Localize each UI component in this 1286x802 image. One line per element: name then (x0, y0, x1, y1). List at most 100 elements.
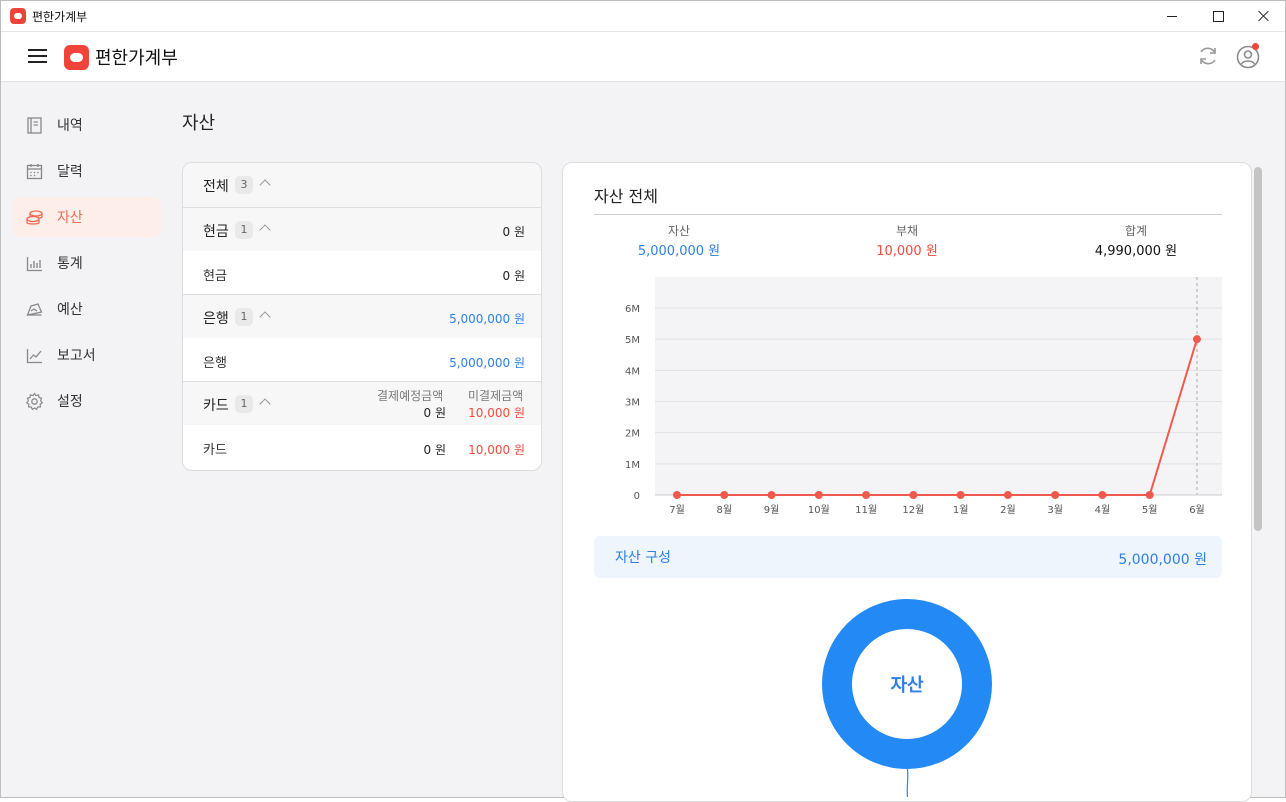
group-label: 은행 (203, 311, 229, 327)
summary-assets: 자산 5,000,000 원 (599, 222, 759, 259)
count-badge: 3 (235, 176, 253, 194)
account-name: 카드 (203, 443, 227, 458)
account-row[interactable]: 은행 5,000,000 원 (183, 339, 541, 382)
data-point[interactable] (1051, 491, 1060, 499)
bar-chart-icon (26, 257, 42, 272)
sync-icon[interactable] (1197, 45, 1219, 67)
account-name: 은행 (203, 356, 227, 371)
report-icon (26, 349, 42, 364)
data-point[interactable] (720, 491, 729, 499)
sidebar-item-label: 달력 (57, 164, 83, 180)
gear-icon (25, 392, 44, 411)
data-point[interactable] (1098, 491, 1107, 499)
data-point[interactable] (862, 491, 871, 499)
account-amount: 0 원 (502, 269, 526, 283)
y-tick-label: 6M (625, 304, 640, 315)
x-tick-label: 6월 (1189, 504, 1205, 516)
group-cash-header[interactable]: 현금 1 0 원 (183, 207, 541, 251)
donut-center-label: 자산 (890, 675, 924, 696)
summary-value: 10,000 원 (876, 244, 938, 259)
sidebar-item-assets[interactable]: 자산 (13, 197, 161, 237)
sidebar-item-label: 내역 (57, 118, 83, 134)
summary-total: 합계 4,990,000 원 (1056, 222, 1216, 259)
data-point[interactable] (767, 491, 776, 499)
calendar-icon (26, 164, 43, 180)
sidebar: 내역 달력 자산 통계 예산 보고서 설정 (1, 83, 169, 797)
notification-dot (1252, 43, 1259, 50)
account-row[interactable]: 카드 0 원 10,000 원 (183, 426, 541, 469)
unpaid-amount: 10,000 원 (468, 406, 525, 420)
data-point[interactable] (956, 491, 965, 499)
group-label: 전체 (203, 179, 229, 195)
sidebar-item-settings[interactable]: 설정 (13, 381, 161, 421)
data-point[interactable] (814, 491, 823, 499)
sidebar-item-label: 예산 (57, 302, 83, 318)
asset-summary-card: 자산 전체 자산 5,000,000 원 부채 10,000 원 합계 4,99… (562, 162, 1252, 802)
data-point[interactable] (1003, 491, 1012, 499)
accounts-card: 전체 3 현금 1 0 원 현금 0 원 은행 1 5,000,000 원 은행… (182, 162, 542, 471)
sidebar-item-report[interactable]: 보고서 (13, 335, 161, 375)
window-title: 편한가계부 (32, 10, 88, 24)
budget-icon (26, 303, 43, 316)
title-bar: 편한가계부 (1, 1, 1285, 32)
sidebar-item-history[interactable]: 내역 (13, 105, 161, 145)
sidebar-item-label: 자산 (57, 210, 83, 226)
account-row[interactable]: 현금 0 원 (183, 252, 541, 295)
sidebar-item-calendar[interactable]: 달력 (13, 151, 161, 191)
group-label: 현금 (203, 224, 229, 240)
y-tick-label: 5M (625, 335, 640, 346)
app-icon (10, 8, 26, 24)
x-tick-label: 8월 (716, 504, 732, 516)
unpaid-label: 미결제금액 (468, 389, 524, 403)
menu-icon[interactable] (28, 48, 47, 64)
sidebar-item-label: 설정 (57, 394, 83, 410)
ledger-icon (27, 117, 42, 134)
group-bank-header[interactable]: 은행 1 5,000,000 원 (183, 294, 541, 338)
group-amount: 0 원 (502, 225, 526, 239)
scrollbar[interactable] (1254, 167, 1262, 531)
donut-leader-line (906, 769, 909, 797)
composition-value: 5,000,000 원 (1118, 552, 1207, 568)
summary-label: 합계 (1124, 224, 1148, 238)
account-unpaid: 10,000 원 (468, 443, 525, 457)
x-tick-label: 11월 (855, 504, 877, 516)
group-total-header[interactable]: 전체 3 (183, 163, 541, 207)
x-tick-label: 12월 (902, 504, 924, 516)
x-tick-label: 2월 (1000, 504, 1016, 516)
summary-label: 부채 (895, 224, 919, 238)
sidebar-item-budget[interactable]: 예산 (13, 289, 161, 329)
maximize-button[interactable] (1195, 1, 1241, 32)
summary-liabilities: 부채 10,000 원 (827, 222, 987, 259)
group-card-header[interactable]: 카드 1 결제예정금액 미결제금액 0 원 10,000 원 (183, 381, 541, 425)
x-tick-label: 5월 (1142, 504, 1158, 516)
sidebar-item-label: 통계 (57, 256, 83, 272)
count-badge: 1 (235, 221, 253, 239)
chevron-up-icon[interactable] (259, 398, 271, 410)
chevron-up-icon[interactable] (259, 224, 271, 236)
data-point[interactable] (1192, 335, 1201, 344)
data-point[interactable] (673, 491, 681, 499)
x-tick-label: 3월 (1047, 504, 1063, 516)
group-label: 카드 (203, 398, 229, 414)
app-brand: 편한가계부 (95, 48, 178, 69)
close-button[interactable] (1241, 1, 1286, 32)
y-tick-label: 0 (634, 491, 640, 502)
y-tick-label: 3M (625, 398, 640, 409)
chevron-up-icon[interactable] (259, 311, 271, 323)
chevron-up-icon[interactable] (259, 179, 271, 191)
account-scheduled: 0 원 (423, 443, 447, 457)
sidebar-item-stats[interactable]: 통계 (13, 243, 161, 283)
minimize-button[interactable] (1149, 1, 1195, 32)
count-badge: 1 (235, 308, 253, 326)
divider (594, 214, 1222, 215)
x-tick-label: 10월 (808, 504, 830, 516)
composition-label: 자산 구성 (615, 550, 671, 566)
data-point[interactable] (1145, 491, 1154, 499)
card-title: 자산 전체 (594, 187, 658, 206)
page-title: 자산 (182, 113, 216, 134)
y-tick-label: 4M (625, 366, 640, 377)
data-point[interactable] (909, 491, 918, 499)
summary-label: 자산 (667, 224, 691, 238)
composition-bar[interactable]: 자산 구성 5,000,000 원 (594, 536, 1222, 578)
group-amount: 5,000,000 원 (449, 312, 525, 326)
